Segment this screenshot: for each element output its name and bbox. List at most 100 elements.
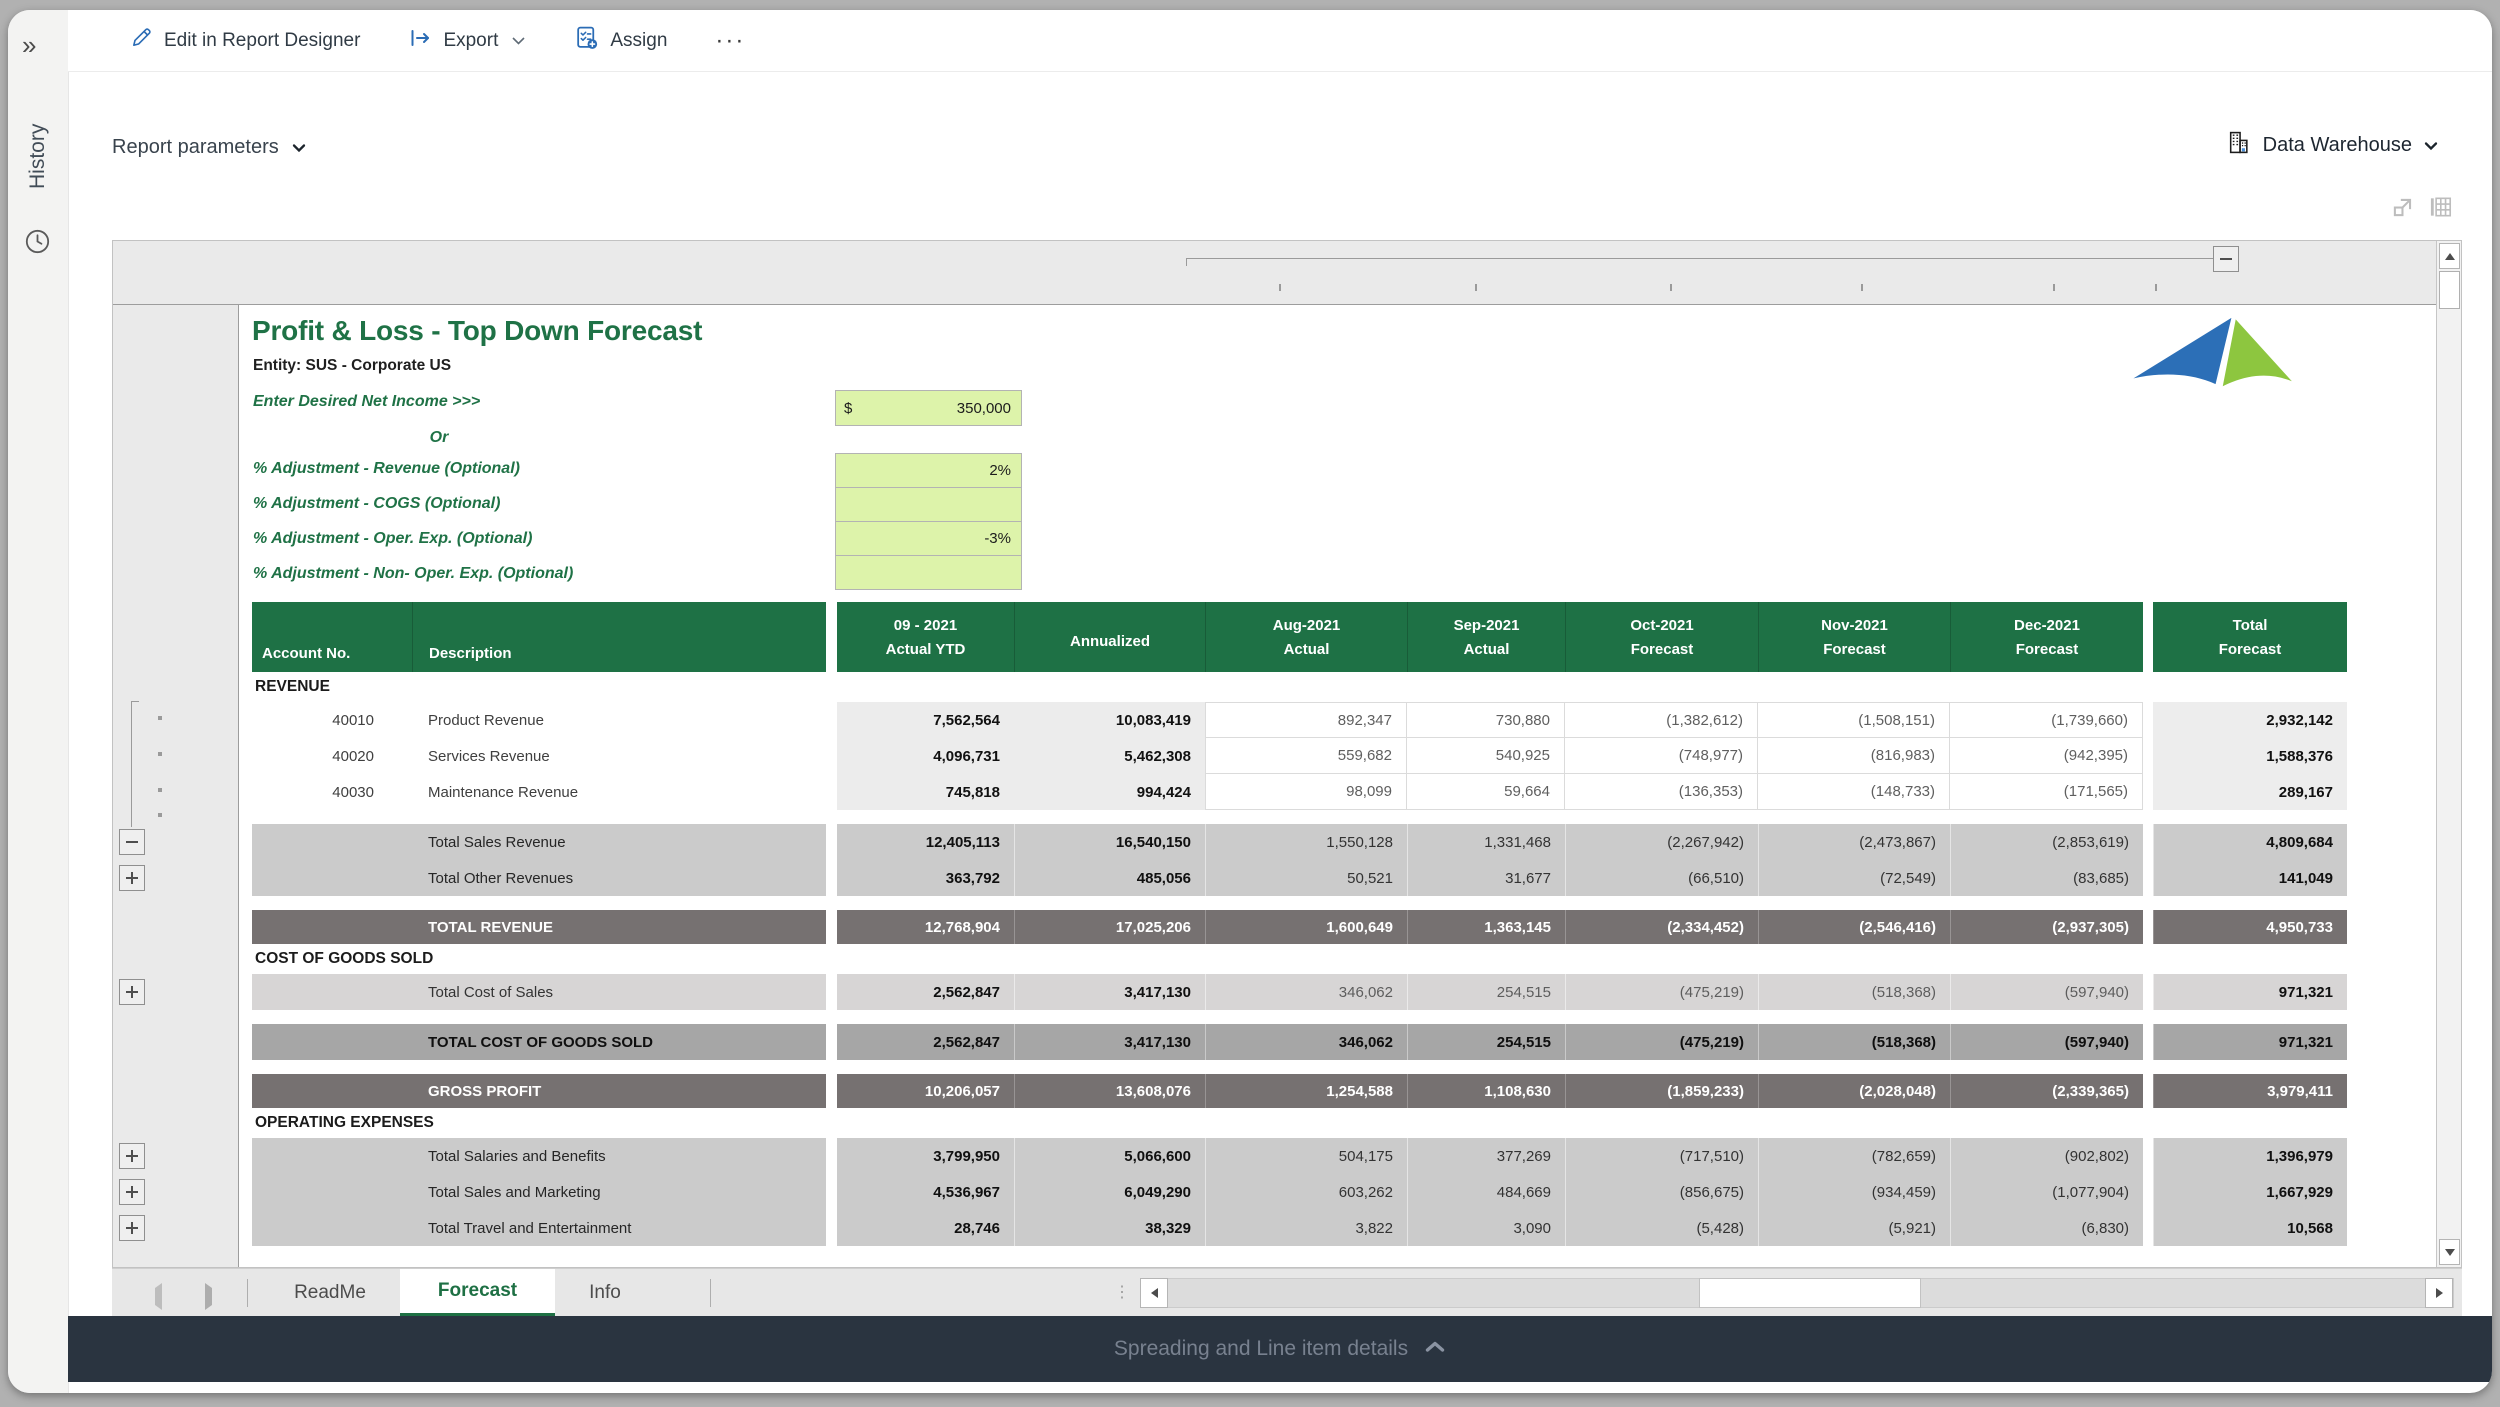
cell-dec[interactable]: (597,940) (1950, 974, 2143, 1010)
cell-total[interactable]: 141,049 (2153, 860, 2347, 896)
cell-ytd[interactable]: 10,206,057 (837, 1074, 1014, 1108)
cell-sep[interactable]: 1,363,145 (1407, 910, 1565, 944)
cell-ann[interactable]: 6,049,290 (1014, 1174, 1205, 1210)
adjustment-input-cell[interactable] (835, 487, 1022, 522)
details-drawer-bar[interactable]: Spreading and Line item details (68, 1316, 2492, 1382)
cell-dec[interactable]: (597,940) (1950, 1024, 2143, 1060)
cell-sep[interactable]: 3,090 (1407, 1210, 1565, 1246)
export-button[interactable]: Export (408, 26, 526, 56)
cell-ann[interactable]: 16,540,150 (1014, 824, 1205, 860)
cell-dec[interactable]: (171,565) (1950, 774, 2143, 810)
section-label[interactable]: REVENUE (252, 672, 2347, 702)
cell-aug[interactable]: 346,062 (1205, 974, 1407, 1010)
cell-description[interactable]: GROSS PROFIT (412, 1074, 826, 1108)
cell-total[interactable]: 3,979,411 (2153, 1074, 2347, 1108)
cell-dec[interactable]: (83,685) (1950, 860, 2143, 896)
cell-total[interactable]: 4,950,733 (2153, 910, 2347, 944)
cell-dec[interactable]: (942,395) (1950, 738, 2143, 774)
cell-description[interactable]: Total Sales Revenue (412, 824, 826, 860)
cell-sep[interactable]: 59,664 (1407, 774, 1565, 810)
cell-oct[interactable]: (748,977) (1565, 738, 1758, 774)
scroll-up-button[interactable] (2439, 243, 2460, 269)
net-income-input-cell[interactable]: $ 350,000 (835, 390, 1022, 426)
cell-sep[interactable]: 540,925 (1407, 738, 1565, 774)
cell-ann[interactable]: 13,608,076 (1014, 1074, 1205, 1108)
cell-description[interactable]: Total Other Revenues (412, 860, 826, 896)
cell-oct[interactable]: (2,267,942) (1565, 824, 1758, 860)
cell-oct[interactable]: (717,510) (1565, 1138, 1758, 1174)
cell-aug[interactable]: 603,262 (1205, 1174, 1407, 1210)
cell-total[interactable]: 1,588,376 (2153, 738, 2347, 774)
cell-total[interactable]: 1,396,979 (2153, 1138, 2347, 1174)
cell-nov[interactable]: (934,459) (1758, 1174, 1950, 1210)
cell-ytd[interactable]: 4,096,731 (837, 738, 1014, 774)
cell-ann[interactable]: 10,083,419 (1014, 702, 1205, 738)
cell-oct[interactable]: (136,353) (1565, 774, 1758, 810)
cell-ytd[interactable]: 363,792 (837, 860, 1014, 896)
cell-oct[interactable]: (475,219) (1565, 1024, 1758, 1060)
cell-ann[interactable]: 485,056 (1014, 860, 1205, 896)
cell-sep[interactable]: 254,515 (1407, 1024, 1565, 1060)
cell-ann[interactable]: 5,462,308 (1014, 738, 1205, 774)
header-cell-oct[interactable]: Oct-2021Forecast (1565, 602, 1758, 672)
cell-description[interactable]: Total Travel and Entertainment (412, 1210, 826, 1246)
previous-sheet-icon[interactable] (155, 1288, 162, 1306)
header-cell-ytd[interactable]: 09 - 2021Actual YTD (837, 602, 1014, 672)
cell-nov[interactable]: (518,368) (1758, 1024, 1950, 1060)
tab-forecast[interactable]: Forecast (400, 1269, 555, 1317)
cell-aug[interactable]: 1,254,588 (1205, 1074, 1407, 1108)
open-in-new-icon[interactable] (2390, 194, 2416, 225)
cell-description[interactable]: Total Salaries and Benefits (412, 1138, 826, 1174)
cell-dec[interactable]: (2,937,305) (1950, 910, 2143, 944)
more-actions-button[interactable]: ··· (715, 36, 745, 46)
vertical-scrollbar[interactable] (2436, 241, 2461, 1267)
cell-ytd[interactable]: 2,562,847 (837, 974, 1014, 1010)
cell-oct[interactable]: (1,859,233) (1565, 1074, 1758, 1108)
cell-dec[interactable]: (6,830) (1950, 1210, 2143, 1246)
header-cell-total[interactable]: TotalForecast (2153, 602, 2347, 672)
cell-account[interactable] (252, 974, 412, 1010)
cell-aug[interactable]: 3,822 (1205, 1210, 1407, 1246)
cell-oct[interactable]: (66,510) (1565, 860, 1758, 896)
report-parameters-dropdown[interactable]: Report parameters (112, 136, 306, 159)
cell-sep[interactable]: 254,515 (1407, 974, 1565, 1010)
section-label[interactable]: COST OF GOODS SOLD (252, 944, 2347, 974)
expand-rows-button[interactable] (119, 979, 145, 1005)
header-cell-ann[interactable]: Annualized (1014, 602, 1205, 672)
assign-button[interactable]: Assign (574, 25, 667, 56)
cell-account[interactable]: 40020 (252, 738, 412, 774)
cell-account[interactable] (252, 1024, 412, 1060)
cell-total[interactable]: 2,932,142 (2153, 702, 2347, 738)
adjustment-input-cell[interactable] (835, 555, 1022, 590)
header-cell-sep[interactable]: Sep-2021Actual (1407, 602, 1565, 672)
collapse-columns-button[interactable] (2213, 246, 2239, 272)
cell-aug[interactable]: 50,521 (1205, 860, 1407, 896)
cell-total[interactable]: 1,667,929 (2153, 1174, 2347, 1210)
cell-dec[interactable]: (1,077,904) (1950, 1174, 2143, 1210)
scroll-down-button[interactable] (2439, 1239, 2460, 1265)
cell-total[interactable]: 971,321 (2153, 1024, 2347, 1060)
tab-readme[interactable]: ReadMe (260, 1269, 400, 1317)
drag-handle-icon[interactable]: ⋮ (1114, 1282, 1130, 1302)
tab-info[interactable]: Info (555, 1269, 655, 1317)
cell-nov[interactable]: (518,368) (1758, 974, 1950, 1010)
cell-aug[interactable]: 346,062 (1205, 1024, 1407, 1060)
edit-in-report-designer-button[interactable]: Edit in Report Designer (130, 26, 360, 55)
data-source-dropdown[interactable]: Data Warehouse (2226, 130, 2438, 161)
cell-nov[interactable]: (2,473,867) (1758, 824, 1950, 860)
horizontal-scroll-thumb[interactable] (1699, 1278, 1921, 1308)
cell-total[interactable]: 10,568 (2153, 1210, 2347, 1246)
next-sheet-icon[interactable] (205, 1288, 212, 1306)
expand-panel-icon[interactable]: » (22, 32, 36, 58)
cell-ann[interactable]: 994,424 (1014, 774, 1205, 810)
cell-aug[interactable]: 1,550,128 (1205, 824, 1407, 860)
cell-ytd[interactable]: 2,562,847 (837, 1024, 1014, 1060)
cell-ytd[interactable]: 7,562,564 (837, 702, 1014, 738)
cell-account[interactable] (252, 1138, 412, 1174)
cell-aug[interactable]: 892,347 (1205, 702, 1407, 738)
worksheet[interactable]: Profit & Loss - Top Down Forecast Entity… (239, 305, 2438, 1267)
cell-oct[interactable]: (856,675) (1565, 1174, 1758, 1210)
grid-view-icon[interactable] (2428, 194, 2454, 225)
adjustment-input-cell[interactable]: 2% (835, 453, 1022, 488)
adjustment-input-cell[interactable]: -3% (835, 521, 1022, 556)
